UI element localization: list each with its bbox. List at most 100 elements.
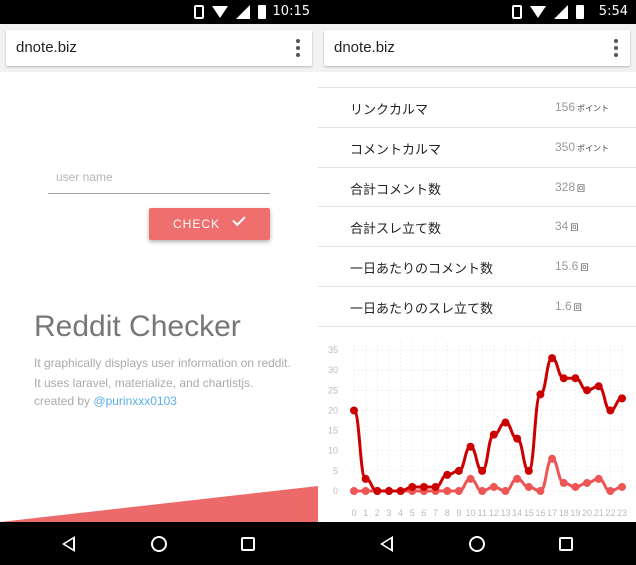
series-point-1 — [466, 474, 475, 483]
nav-bar — [0, 522, 318, 565]
status-time: 5:54 — [598, 4, 628, 19]
menu-icon[interactable] — [296, 39, 300, 57]
menu-icon[interactable] — [614, 39, 618, 57]
series-point-0 — [536, 390, 545, 399]
stat-label: 一日あたりのコメント数 — [350, 262, 494, 278]
series-point-0 — [571, 374, 580, 383]
series-point-1 — [583, 478, 592, 487]
x-tick-label: 13 — [500, 508, 510, 518]
y-tick-label: 0 — [333, 486, 338, 496]
y-tick-label: 35 — [328, 345, 338, 355]
home-icon[interactable] — [151, 536, 167, 552]
app-title: Reddit Checker — [34, 310, 241, 343]
battery-icon — [258, 5, 266, 19]
created-by-line: created by @purinxxx0103 — [34, 394, 177, 408]
stat-row-comment-karma: コメントカルマ 350 ポイント — [318, 128, 636, 168]
stats-list: リンクカルマ 156 ポイント コメントカルマ 350 ポイント 合計コメント数 3… — [318, 72, 636, 327]
signal-icon — [554, 5, 568, 19]
stat-label: 合計スレ立て数 — [350, 222, 442, 238]
series-point-1 — [454, 487, 463, 495]
recent-apps-icon[interactable] — [241, 537, 255, 551]
wifi-icon — [212, 6, 228, 18]
x-tick-label: 21 — [594, 508, 604, 518]
description-line-1: It graphically displays user information… — [34, 356, 291, 370]
url-text[interactable]: dnote.biz — [16, 39, 77, 56]
series-point-1 — [361, 487, 370, 495]
check-button[interactable]: CHECK — [149, 208, 270, 240]
status-icons — [512, 5, 584, 19]
x-tick-label: 1 — [363, 508, 368, 518]
series-point-1 — [443, 487, 452, 495]
stat-row-link-karma: リンクカルマ 156 ポイント — [318, 88, 636, 128]
stat-label: リンクカルマ — [350, 103, 429, 118]
y-tick-label: 15 — [328, 426, 338, 436]
username-input[interactable] — [48, 160, 270, 194]
back-icon[interactable] — [380, 536, 393, 552]
line-chart: 051015202530350 1 2 3 4 5 6 7 8 9 10 11 12 13 14 15 16 17… — [328, 342, 627, 518]
vibrate-icon — [512, 5, 522, 19]
y-tick-label: 10 — [328, 446, 338, 456]
y-tick-label: 30 — [328, 365, 338, 375]
series-point-0 — [419, 482, 428, 491]
stat-value: 34 回 — [555, 219, 579, 234]
x-tick-label: 8 — [445, 508, 450, 518]
series-point-0 — [443, 470, 452, 479]
series-point-0 — [361, 474, 370, 483]
series-point-0 — [350, 406, 358, 415]
x-tick-label: 23 — [617, 508, 627, 518]
y-tick-label: 25 — [328, 385, 338, 395]
series-point-0 — [501, 418, 510, 427]
description-line-2: It uses laravel, materialize, and charti… — [34, 376, 254, 390]
series-point-1 — [350, 487, 358, 495]
x-tick-label: 17 — [547, 508, 557, 518]
series-point-0 — [548, 354, 557, 363]
stat-label: 一日あたりのスレ立て数 — [350, 301, 494, 317]
author-link[interactable]: @purinxxx0103 — [93, 394, 177, 408]
series-point-1 — [548, 454, 557, 463]
series-point-0 — [524, 466, 533, 475]
series-point-1 — [524, 482, 533, 491]
series-point-0 — [466, 442, 475, 451]
right-screen: 5:54 dnote.biz リンクカルマ 156 ポイント コメントカルマ 35… — [318, 0, 636, 565]
vibrate-icon — [194, 5, 204, 19]
stat-value: 1.6 回 — [555, 298, 582, 313]
status-bar: 5:54 — [318, 0, 636, 24]
series-point-1 — [501, 487, 510, 495]
battery-icon — [576, 5, 584, 19]
series-point-0 — [431, 482, 440, 491]
back-icon[interactable] — [62, 536, 75, 552]
x-tick-label: 12 — [489, 508, 499, 518]
x-tick-label: 19 — [570, 508, 580, 518]
recent-apps-icon[interactable] — [559, 537, 573, 551]
x-tick-label: 20 — [582, 508, 592, 518]
series-point-1 — [536, 487, 545, 495]
stat-label: 合計コメント数 — [350, 182, 442, 198]
x-tick-label: 2 — [375, 508, 380, 518]
x-tick-label: 10 — [466, 508, 476, 518]
stat-label: コメントカルマ — [350, 142, 442, 158]
series-point-0 — [583, 386, 592, 395]
series-point-1 — [571, 482, 580, 491]
url-bar[interactable]: dnote.biz — [6, 30, 312, 66]
x-tick-label: 9 — [456, 508, 461, 518]
browser-toolbar: dnote.biz — [318, 24, 636, 72]
series-point-0 — [373, 487, 382, 495]
url-text[interactable]: dnote.biz — [334, 39, 395, 56]
url-bar[interactable]: dnote.biz — [324, 30, 630, 66]
x-tick-label: 11 — [478, 508, 487, 518]
home-icon[interactable] — [469, 536, 485, 552]
series-point-0 — [618, 394, 626, 403]
stat-row-total-threads: 合計スレ立て数 34 回 — [318, 207, 636, 248]
series-point-0 — [489, 430, 498, 439]
wifi-icon — [530, 6, 546, 18]
stat-row-partial — [318, 72, 636, 88]
status-bar: 10:15 — [0, 0, 318, 24]
y-tick-label: 20 — [328, 405, 338, 415]
stat-row-comments-per-day: 一日あたりのコメント数 15.6 回 — [318, 247, 636, 287]
series-point-0 — [408, 482, 417, 491]
x-tick-label: 14 — [512, 508, 522, 518]
x-tick-label: 16 — [535, 508, 545, 518]
stat-value: 328 回 — [555, 179, 586, 194]
x-tick-label: 4 — [398, 508, 403, 518]
x-tick-label: 7 — [433, 508, 438, 518]
